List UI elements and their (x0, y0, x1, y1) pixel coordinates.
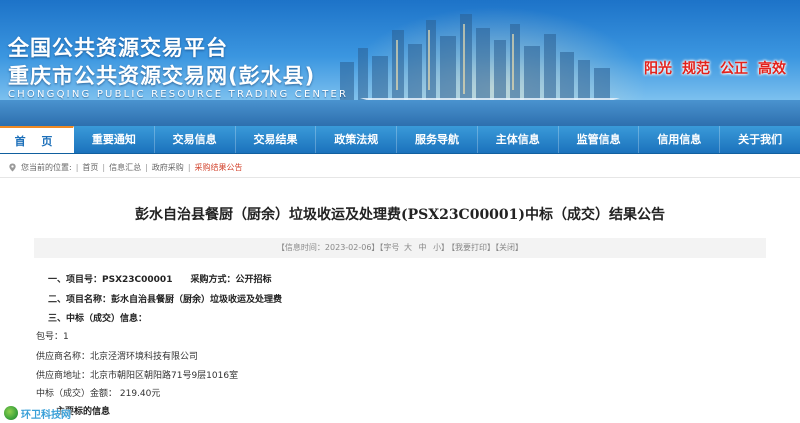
breadcrumb-info-summary[interactable]: 信息汇总 (109, 162, 141, 173)
nav-trading-info[interactable]: 交易信息 (155, 126, 236, 153)
location-pin-icon (9, 163, 16, 172)
nav-trading-results[interactable]: 交易结果 (236, 126, 317, 153)
slogan-fair: 公正 (720, 61, 748, 77)
font-size-label: 【字号 (379, 243, 400, 252)
supplier-address: 供应商地址：北京市朝阳区朝阳路71号9层1016室 (36, 371, 239, 381)
site-subtitle: CHONGQING PUBLIC RESOURCE TRADING CENTER (8, 89, 349, 100)
breadcrumb-separator: | (145, 163, 148, 172)
notice-info-bar: 【信息时间：2023-02-06】【字号 大 中 小】 【我要打印】【关闭】 (34, 238, 766, 258)
nav-entity-info[interactable]: 主体信息 (478, 126, 559, 153)
breadcrumb-separator: | (102, 163, 106, 172)
bid-amount: 中标（成交）金额： 219.40元 (36, 389, 161, 399)
header-banner: 全国公共资源交易平台 重庆市公共资源交易网(彭水县) CHONGQING PUB… (0, 0, 800, 126)
supplier-name: 供应商名称：北京泾渭环境科技有限公司 (36, 352, 199, 362)
font-size-large-link[interactable]: 大 (404, 243, 412, 252)
notice-title: 彭水自治县餐厨（厨余）垃圾收运及处理费(PSX23C00001)中标（成交）结果… (134, 207, 666, 223)
print-link[interactable]: 【我要打印】 (451, 243, 495, 252)
breadcrumb-home[interactable]: 首页 (82, 162, 98, 173)
close-link[interactable]: 【关闭】 (495, 243, 523, 252)
breadcrumb-current[interactable]: 采购结果公告 (195, 162, 243, 173)
project-number-line: 一、项目号：PSX23C00001 采购方式：公开招标 (48, 272, 271, 285)
notice-date: 【信息时间：2023-02-06】 (276, 243, 380, 252)
font-size-small-link[interactable]: 小】 (433, 243, 449, 252)
watermark: 环卫科技网 (4, 404, 71, 422)
breadcrumb-gov-procurement[interactable]: 政府采购 (152, 162, 184, 173)
breadcrumb-prefix: 您当前的位置: (21, 163, 72, 172)
breadcrumb: 您当前的位置: | 首页 | 信息汇总 | 政府采购 | 采购结果公告 (0, 158, 800, 178)
nav-supervision-info[interactable]: 监管信息 (559, 126, 640, 153)
slogan-efficient: 高效 (758, 61, 786, 77)
main-nav: 首 页 重要通知 交易信息 交易结果 政策法规 服务导航 主体信息 监管信息 信… (0, 126, 800, 154)
procurement-method: 采购方式：公开招标 (190, 275, 272, 285)
nav-service-guide[interactable]: 服务导航 (397, 126, 478, 153)
watermark-logo-icon (4, 406, 18, 420)
slogan-sunshine: 阳光 (644, 61, 672, 77)
slogan-standard: 规范 (682, 61, 710, 77)
nav-credit-info[interactable]: 信用信息 (639, 126, 721, 153)
site-title-line2: 重庆市公共资源交易网(彭水县) (8, 64, 316, 88)
watermark-text: 环卫科技网 (21, 409, 71, 421)
nav-home[interactable]: 首 页 (0, 126, 74, 153)
river-water (0, 100, 800, 126)
package-number: 包号：1 (36, 332, 69, 342)
result-heading: 三、中标（成交）信息： (48, 314, 148, 324)
project-name: 二、项目名称：彭水自治县餐厨（厨余）垃圾收运及处理费 (48, 295, 283, 305)
breadcrumb-separator: | (75, 163, 79, 172)
project-number: 一、项目号：PSX23C00001 (48, 275, 173, 285)
breadcrumb-separator: | (187, 163, 191, 172)
site-title-line1: 全国公共资源交易平台 (8, 36, 228, 60)
nav-policies[interactable]: 政策法规 (316, 126, 398, 153)
nav-about-us[interactable]: 关于我们 (720, 126, 800, 153)
slogan-group: 阳光 规范 公正 高效 (644, 58, 786, 78)
nav-important-notices[interactable]: 重要通知 (74, 126, 155, 153)
font-size-medium-link[interactable]: 中 (419, 243, 427, 252)
